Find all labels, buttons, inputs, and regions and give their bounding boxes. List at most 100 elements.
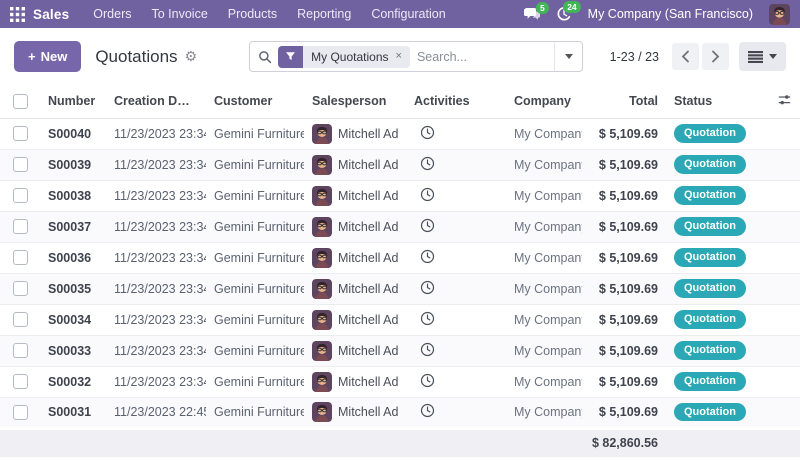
salesperson-name: Mitchell Ad…	[338, 220, 398, 234]
app-name[interactable]: Sales	[33, 7, 69, 22]
column-header-activities[interactable]: Activities	[406, 85, 506, 118]
column-header-salesperson[interactable]: Salesperson	[304, 85, 406, 118]
row-checkbox[interactable]	[13, 250, 28, 265]
activity-clock-icon[interactable]	[420, 218, 435, 233]
salesperson-cell: Mitchell Ad…	[304, 180, 406, 211]
menu-orders[interactable]: Orders	[83, 0, 141, 28]
status-badge: Quotation	[674, 341, 746, 359]
column-header-company[interactable]: Company	[506, 85, 582, 118]
quotation-number[interactable]: S00033	[40, 335, 106, 366]
quotation-number[interactable]: S00031	[40, 397, 106, 428]
apps-grid-icon[interactable]	[10, 7, 25, 22]
customer-name: Gemini Furniture	[206, 242, 304, 273]
creation-date: 11/23/2023 23:34:0	[106, 366, 206, 397]
row-checkbox[interactable]	[13, 281, 28, 296]
row-end-spacer	[756, 397, 800, 428]
column-header-customer[interactable]: Customer	[206, 85, 304, 118]
salesperson-avatar	[312, 279, 332, 299]
activity-clock-icon[interactable]	[420, 373, 435, 388]
table-row[interactable]: S00036 11/23/2023 23:34:0 Gemini Furnitu…	[0, 242, 800, 273]
column-header-creation-date[interactable]: Creation D…	[106, 85, 206, 118]
table-header-row: Number Creation D… Customer Salesperson …	[0, 85, 800, 118]
activities-cell	[406, 180, 506, 211]
activity-clock-icon[interactable]	[420, 187, 435, 202]
menu-configuration[interactable]: Configuration	[361, 0, 455, 28]
current-company[interactable]: My Company (San Francisco)	[588, 7, 753, 21]
pager-previous-button[interactable]	[672, 43, 699, 70]
column-header-status[interactable]: Status	[666, 85, 756, 118]
row-end-spacer	[756, 335, 800, 366]
column-header-number[interactable]: Number	[40, 85, 106, 118]
table-row[interactable]: S00032 11/23/2023 23:34:0 Gemini Furnitu…	[0, 366, 800, 397]
table-row[interactable]: S00031 11/23/2023 22:45:4 Gemini Furnitu…	[0, 397, 800, 428]
status-badge: Quotation	[674, 124, 746, 142]
view-switcher-button[interactable]	[739, 42, 786, 71]
status-cell: Quotation	[666, 242, 756, 273]
column-header-total[interactable]: Total	[582, 85, 666, 118]
quotation-number[interactable]: S00035	[40, 273, 106, 304]
activity-clock-icon[interactable]	[420, 280, 435, 295]
row-end-spacer	[756, 242, 800, 273]
quotation-number[interactable]: S00038	[40, 180, 106, 211]
quotation-number[interactable]: S00034	[40, 304, 106, 335]
messages-count-badge: 5	[536, 2, 549, 14]
salesperson-name: Mitchell Ad…	[338, 405, 398, 419]
salesperson-cell: Mitchell Ad…	[304, 335, 406, 366]
table-row[interactable]: S00033 11/23/2023 23:34:0 Gemini Furnitu…	[0, 335, 800, 366]
company-name: My Company (S…	[506, 149, 582, 180]
salesperson-avatar	[312, 186, 332, 206]
activity-clock-icon[interactable]	[420, 249, 435, 264]
quotation-rows: S00040 11/23/2023 23:34:1 Gemini Furnitu…	[0, 118, 800, 428]
new-button[interactable]: + New	[14, 41, 81, 72]
row-end-spacer	[756, 304, 800, 335]
menu-reporting[interactable]: Reporting	[287, 0, 361, 28]
facet-label: My Quotations	[311, 50, 388, 64]
chevron-down-icon	[769, 54, 777, 59]
quotation-number[interactable]: S00040	[40, 118, 106, 149]
search-input[interactable]	[410, 50, 554, 64]
menu-products[interactable]: Products	[218, 0, 287, 28]
menu-to-invoice[interactable]: To Invoice	[141, 0, 217, 28]
table-row[interactable]: S00034 11/23/2023 23:34:0 Gemini Furnitu…	[0, 304, 800, 335]
activity-clock-icon[interactable]	[420, 156, 435, 171]
page-title: Quotations	[95, 47, 177, 67]
remove-facet-icon[interactable]: ×	[396, 51, 402, 62]
row-checkbox[interactable]	[13, 188, 28, 203]
row-checkbox[interactable]	[13, 126, 28, 141]
search-dropdown-toggle[interactable]	[554, 42, 582, 71]
row-checkbox[interactable]	[13, 405, 28, 420]
table-row[interactable]: S00040 11/23/2023 23:34:1 Gemini Furnitu…	[0, 118, 800, 149]
total-amount: $ 5,109.69	[582, 211, 666, 242]
activity-clock-icon[interactable]	[420, 125, 435, 140]
view-settings-gear-icon[interactable]: ⚙	[185, 48, 198, 65]
activity-clock-icon[interactable]	[420, 403, 435, 418]
select-all-checkbox[interactable]	[13, 94, 28, 109]
table-row[interactable]: S00039 11/23/2023 23:34:1 Gemini Furnitu…	[0, 149, 800, 180]
salesperson-avatar	[312, 217, 332, 237]
table-row[interactable]: S00038 11/23/2023 23:34:1 Gemini Furnitu…	[0, 180, 800, 211]
quotation-number[interactable]: S00036	[40, 242, 106, 273]
pager-range[interactable]: 1-23 / 23	[610, 50, 659, 64]
pager-next-button[interactable]	[702, 43, 729, 70]
table-row[interactable]: S00035 11/23/2023 23:34:0 Gemini Furnitu…	[0, 273, 800, 304]
user-avatar[interactable]	[769, 4, 790, 25]
row-checkbox[interactable]	[13, 312, 28, 327]
messages-icon[interactable]: 5	[524, 7, 540, 21]
optional-columns-icon[interactable]	[777, 93, 792, 107]
search-facet[interactable]: My Quotations ×	[278, 46, 410, 68]
activities-cell	[406, 366, 506, 397]
row-checkbox[interactable]	[13, 343, 28, 358]
activity-clock-icon[interactable]	[420, 311, 435, 326]
quotation-number[interactable]: S00039	[40, 149, 106, 180]
activities-icon[interactable]: 24	[556, 6, 572, 22]
row-checkbox[interactable]	[13, 157, 28, 172]
activity-clock-icon[interactable]	[420, 342, 435, 357]
status-badge: Quotation	[674, 310, 746, 328]
search-bar[interactable]: My Quotations ×	[249, 41, 583, 72]
table-row[interactable]: S00037 11/23/2023 23:34:0 Gemini Furnitu…	[0, 211, 800, 242]
row-checkbox[interactable]	[13, 219, 28, 234]
quotation-number[interactable]: S00032	[40, 366, 106, 397]
row-checkbox[interactable]	[13, 374, 28, 389]
activities-cell	[406, 335, 506, 366]
quotation-number[interactable]: S00037	[40, 211, 106, 242]
